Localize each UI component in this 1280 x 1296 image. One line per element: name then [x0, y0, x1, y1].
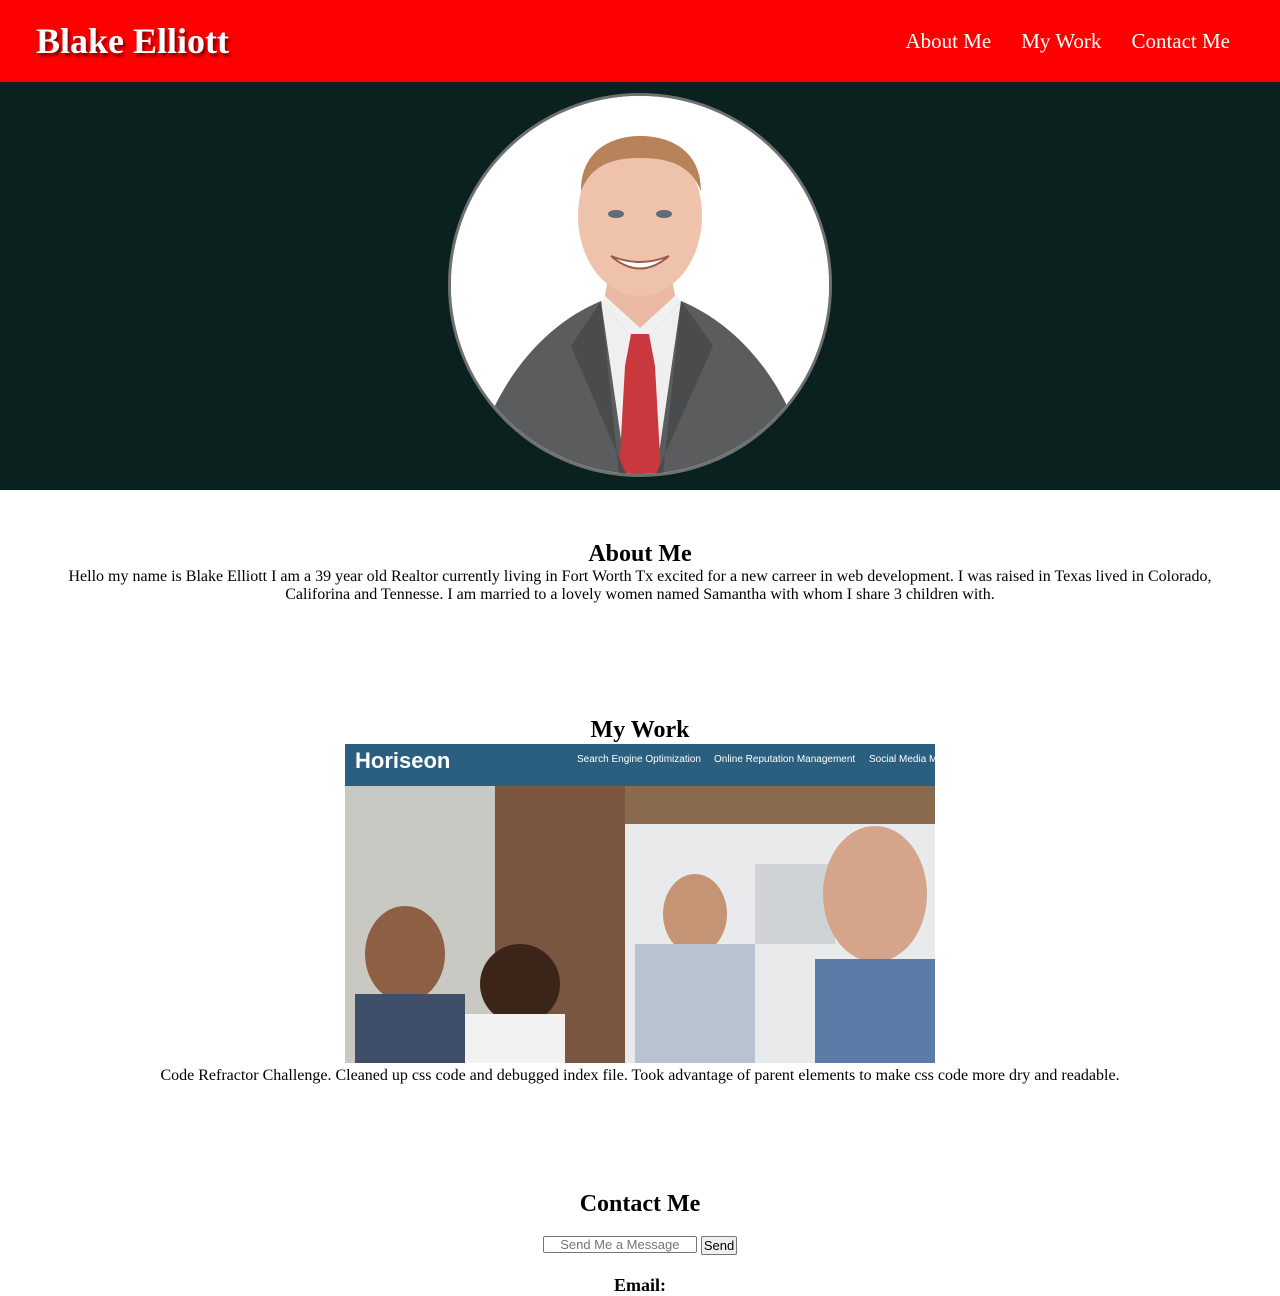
work-section: My Work Horiseon Search Engine Optimizat…	[0, 604, 1280, 1085]
message-input[interactable]	[542, 1236, 697, 1253]
hero-banner	[0, 82, 1280, 490]
project-screenshot[interactable]: Horiseon Search Engine Optimization Onli…	[345, 744, 935, 1063]
nav-link-about-me[interactable]: About Me	[906, 29, 992, 54]
email-label: Email:	[614, 1275, 666, 1295]
about-section: About Me Hello my name is Blake Elliott …	[0, 490, 1280, 604]
contact-title: Contact Me	[579, 1191, 701, 1217]
site-brand[interactable]: Blake Elliott	[36, 20, 229, 62]
horiseon-nav-smm: Social Media M	[869, 754, 935, 765]
profile-photo	[448, 93, 832, 477]
send-button[interactable]: Send	[700, 1236, 738, 1255]
work-description: Code Refractor Challenge. Cleaned up css…	[160, 1067, 1120, 1084]
nav-link-my-work[interactable]: My Work	[1021, 29, 1101, 54]
work-title: My Work	[590, 717, 690, 743]
main-nav: About Me My Work Contact Me	[906, 29, 1231, 54]
horiseon-logo: Horiseon	[355, 748, 450, 773]
message-form: Send	[0, 1236, 1280, 1255]
horiseon-nav-seo: Search Engine Optimization	[577, 754, 701, 765]
nav-link-contact-me[interactable]: Contact Me	[1131, 29, 1230, 54]
contact-section: Contact Me Send Email:	[0, 1085, 1280, 1296]
about-title: About Me	[588, 541, 692, 567]
site-header: Blake Elliott About Me My Work Contact M…	[0, 0, 1280, 82]
horiseon-nav-orm: Online Reputation Management	[714, 754, 855, 765]
about-text: Hello my name is Blake Elliott I am a 39…	[68, 568, 1212, 603]
